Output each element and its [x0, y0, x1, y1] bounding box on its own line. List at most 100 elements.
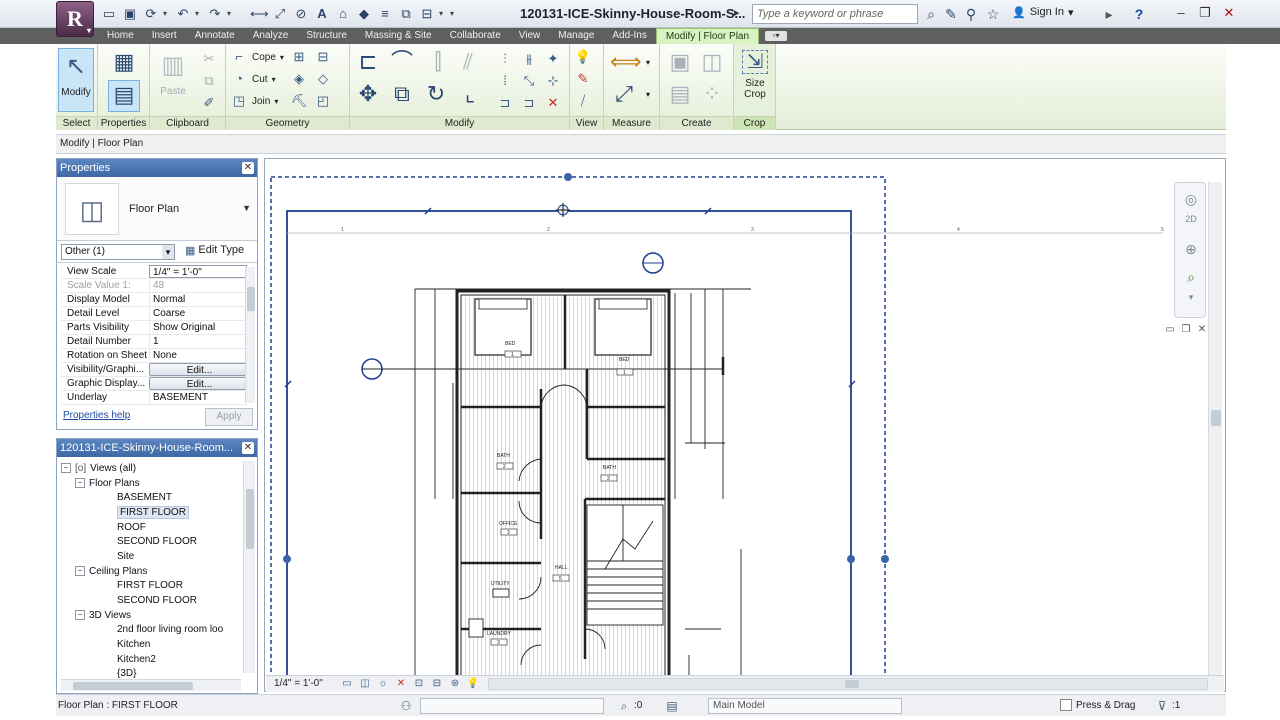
- view-minimize-button[interactable]: ▭: [1163, 324, 1177, 336]
- view-close-button[interactable]: ✕: [1195, 324, 1209, 336]
- search-input[interactable]: Type a keyword or phrase: [752, 4, 918, 24]
- collapse-icon[interactable]: −: [75, 566, 85, 577]
- create-group-icon[interactable]: ▤: [666, 80, 694, 108]
- tab-home[interactable]: Home: [98, 28, 143, 44]
- tab-massing-site[interactable]: Massing & Site: [356, 28, 441, 44]
- rotate-icon[interactable]: ↻: [422, 80, 450, 108]
- tree-item-kitchen[interactable]: Kitchen: [61, 637, 243, 652]
- measure-distance-icon[interactable]: ⟺: [610, 48, 642, 76]
- cope-button[interactable]: ⌐ Cope ▾: [230, 48, 284, 66]
- aligned-dimension-icon[interactable]: ⤢: [610, 80, 638, 108]
- properties-icon[interactable]: ▤: [108, 80, 140, 112]
- steering-wheel-icon[interactable]: ◎: [1181, 189, 1201, 209]
- collapse-icon[interactable]: −: [75, 478, 85, 489]
- display-model-field[interactable]: Normal: [149, 293, 247, 306]
- unpin-icon[interactable]: ✦: [544, 50, 562, 68]
- canvas-vertical-scrollbar[interactable]: [1208, 182, 1222, 676]
- move-icon[interactable]: ✥: [354, 80, 382, 108]
- crop-grip-left[interactable]: [283, 555, 291, 563]
- measure-panel-label[interactable]: Measure: [604, 116, 659, 130]
- table-row[interactable]: Detail Level Coarse: [61, 307, 247, 321]
- parts-visibility-field[interactable]: Show Original: [149, 321, 247, 334]
- delete-icon[interactable]: ✕: [544, 94, 562, 112]
- open-icon[interactable]: ▭: [100, 5, 118, 23]
- linework-icon[interactable]: ⧸: [574, 92, 592, 110]
- tab-modify-floor-plan[interactable]: Modify | Floor Plan: [655, 28, 760, 44]
- help-icon[interactable]: ?: [1130, 5, 1148, 23]
- tag-icon[interactable]: ⊘: [292, 5, 310, 23]
- tree-item-roof[interactable]: ROOF: [61, 520, 243, 535]
- crop-panel-label[interactable]: Crop: [734, 116, 775, 130]
- sync-icon[interactable]: ⟳: [142, 5, 160, 23]
- select-panel-label[interactable]: Select: [56, 116, 97, 130]
- modify-panel-label[interactable]: Modify: [350, 116, 569, 130]
- rotation-on-sheet-field[interactable]: None: [149, 349, 247, 362]
- workset-field[interactable]: [420, 698, 604, 714]
- view-panel-label[interactable]: View: [570, 116, 603, 130]
- apply-button[interactable]: Apply: [205, 408, 253, 426]
- table-row[interactable]: Underlay BASEMENT: [61, 391, 247, 405]
- hide-in-view-icon[interactable]: 💡: [574, 48, 592, 66]
- table-row[interactable]: Display Model Normal: [61, 293, 247, 307]
- crop-grip-right-outer[interactable]: [881, 555, 889, 563]
- edit-type-button[interactable]: ▦ Edit Type: [185, 244, 244, 257]
- pin-icon[interactable]: ⊹: [544, 72, 562, 90]
- crop-grip-right[interactable]: [847, 555, 855, 563]
- table-row[interactable]: Graphic Display... Edit...: [61, 377, 247, 391]
- project-browser-header[interactable]: 120131-ICE-Skinny-House-Room... ✕: [57, 439, 257, 457]
- edit-profile-icon[interactable]: ◰: [314, 92, 332, 110]
- text-icon[interactable]: A: [313, 5, 331, 23]
- scrollbar-thumb[interactable]: [246, 489, 254, 549]
- cut-scissors-icon[interactable]: ✂: [200, 50, 218, 68]
- tree-item-basement[interactable]: BASEMENT: [61, 490, 243, 505]
- dimension-dropdown-icon[interactable]: ▾: [646, 90, 650, 99]
- create-similar-icon[interactable]: ⁘: [698, 80, 726, 108]
- scrollbar-thumb[interactable]: [1211, 410, 1221, 426]
- cut-button[interactable]: ◔ Cut ▾: [230, 70, 276, 88]
- tree-item-ceiling-second-floor[interactable]: SECOND FLOOR: [61, 593, 243, 608]
- copy-element-icon[interactable]: ⧉: [388, 80, 416, 108]
- join-button[interactable]: ◳ Join ▾: [230, 92, 279, 110]
- redo-dropdown-icon[interactable]: ▾: [227, 5, 235, 23]
- dimension-icon[interactable]: ⤢: [271, 5, 289, 23]
- browser-vertical-scrollbar[interactable]: [243, 461, 255, 673]
- selection-icon[interactable]: ⌕: [616, 698, 632, 714]
- restore-button[interactable]: ❐: [1194, 3, 1216, 23]
- split-element-icon[interactable]: ⫶: [496, 50, 514, 68]
- modify-button[interactable]: ↖ Modify: [58, 48, 94, 112]
- tab-analyze[interactable]: Analyze: [244, 28, 298, 44]
- crop-grip-top-outer[interactable]: [564, 173, 572, 181]
- type-selector[interactable]: ◫ Floor Plan ▼: [57, 177, 257, 241]
- tree-item-second-floor[interactable]: SECOND FLOOR: [61, 534, 243, 549]
- drawing-area[interactable]: 1 2 3 4 5 BED 1 BED 1 BATH 2 BATH 3 OFFI…: [264, 158, 1226, 692]
- editable-only-icon[interactable]: ▤: [664, 698, 680, 714]
- minimize-ribbon-icon[interactable]: ▫▾: [765, 31, 788, 41]
- trim-single-icon[interactable]: ⊐: [520, 94, 538, 112]
- geometry-panel-label[interactable]: Geometry: [226, 116, 349, 130]
- table-row[interactable]: Visibility/Graphi... Edit...: [61, 363, 247, 377]
- sun-path-icon[interactable]: ☼: [376, 677, 390, 691]
- tab-manage[interactable]: Manage: [549, 28, 603, 44]
- visual-style-icon[interactable]: ◫: [358, 677, 372, 691]
- close-hidden-windows-icon[interactable]: ⧉: [397, 5, 415, 23]
- tree-item-2nd-floor-living-room[interactable]: 2nd floor living room loo: [61, 623, 243, 638]
- array-icon[interactable]: ⁞: [496, 72, 514, 90]
- browser-horizontal-scrollbar[interactable]: [61, 679, 241, 691]
- view-scale-control[interactable]: 1/4" = 1'-0": [274, 676, 323, 692]
- zoom-extents-icon[interactable]: ⌕: [1181, 267, 1201, 287]
- sign-in-button[interactable]: 👤 Sign In ▾: [1012, 6, 1073, 19]
- minimize-button[interactable]: –: [1170, 3, 1192, 23]
- binoculars-icon[interactable]: ⌕: [922, 5, 940, 23]
- scrollbar-thumb[interactable]: [247, 287, 255, 311]
- measure-dropdown-icon[interactable]: ▾: [646, 58, 650, 67]
- exchange-icon[interactable]: ▸: [1100, 5, 1118, 23]
- detail-level-field[interactable]: Coarse: [149, 307, 247, 320]
- title-overflow-icon[interactable]: ▸: [734, 6, 740, 19]
- tree-node-floor-plans[interactable]: − Floor Plans: [61, 476, 243, 491]
- properties-scrollbar[interactable]: [245, 267, 255, 403]
- mirror-axis-icon[interactable]: ⫿: [424, 48, 452, 76]
- match-type-icon[interactable]: ✐: [200, 94, 218, 112]
- default-3d-view-icon[interactable]: ⌂: [334, 5, 352, 23]
- tab-add-ins[interactable]: Add-Ins: [603, 28, 655, 44]
- table-row[interactable]: Detail Number 1: [61, 335, 247, 349]
